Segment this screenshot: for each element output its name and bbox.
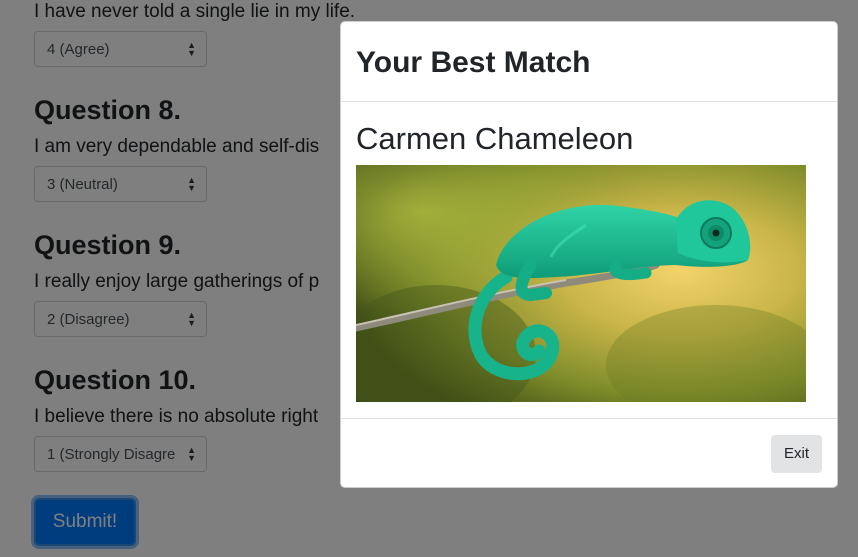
chameleon-image — [356, 165, 806, 402]
modal-footer: Exit — [341, 418, 837, 487]
modal-header: Your Best Match — [341, 22, 837, 102]
exit-button[interactable]: Exit — [771, 435, 822, 473]
modal-title: Your Best Match — [356, 46, 591, 79]
match-name: Carmen Chameleon — [356, 121, 634, 156]
best-match-modal: Your Best Match Carmen Chameleon Exit — [340, 21, 838, 488]
